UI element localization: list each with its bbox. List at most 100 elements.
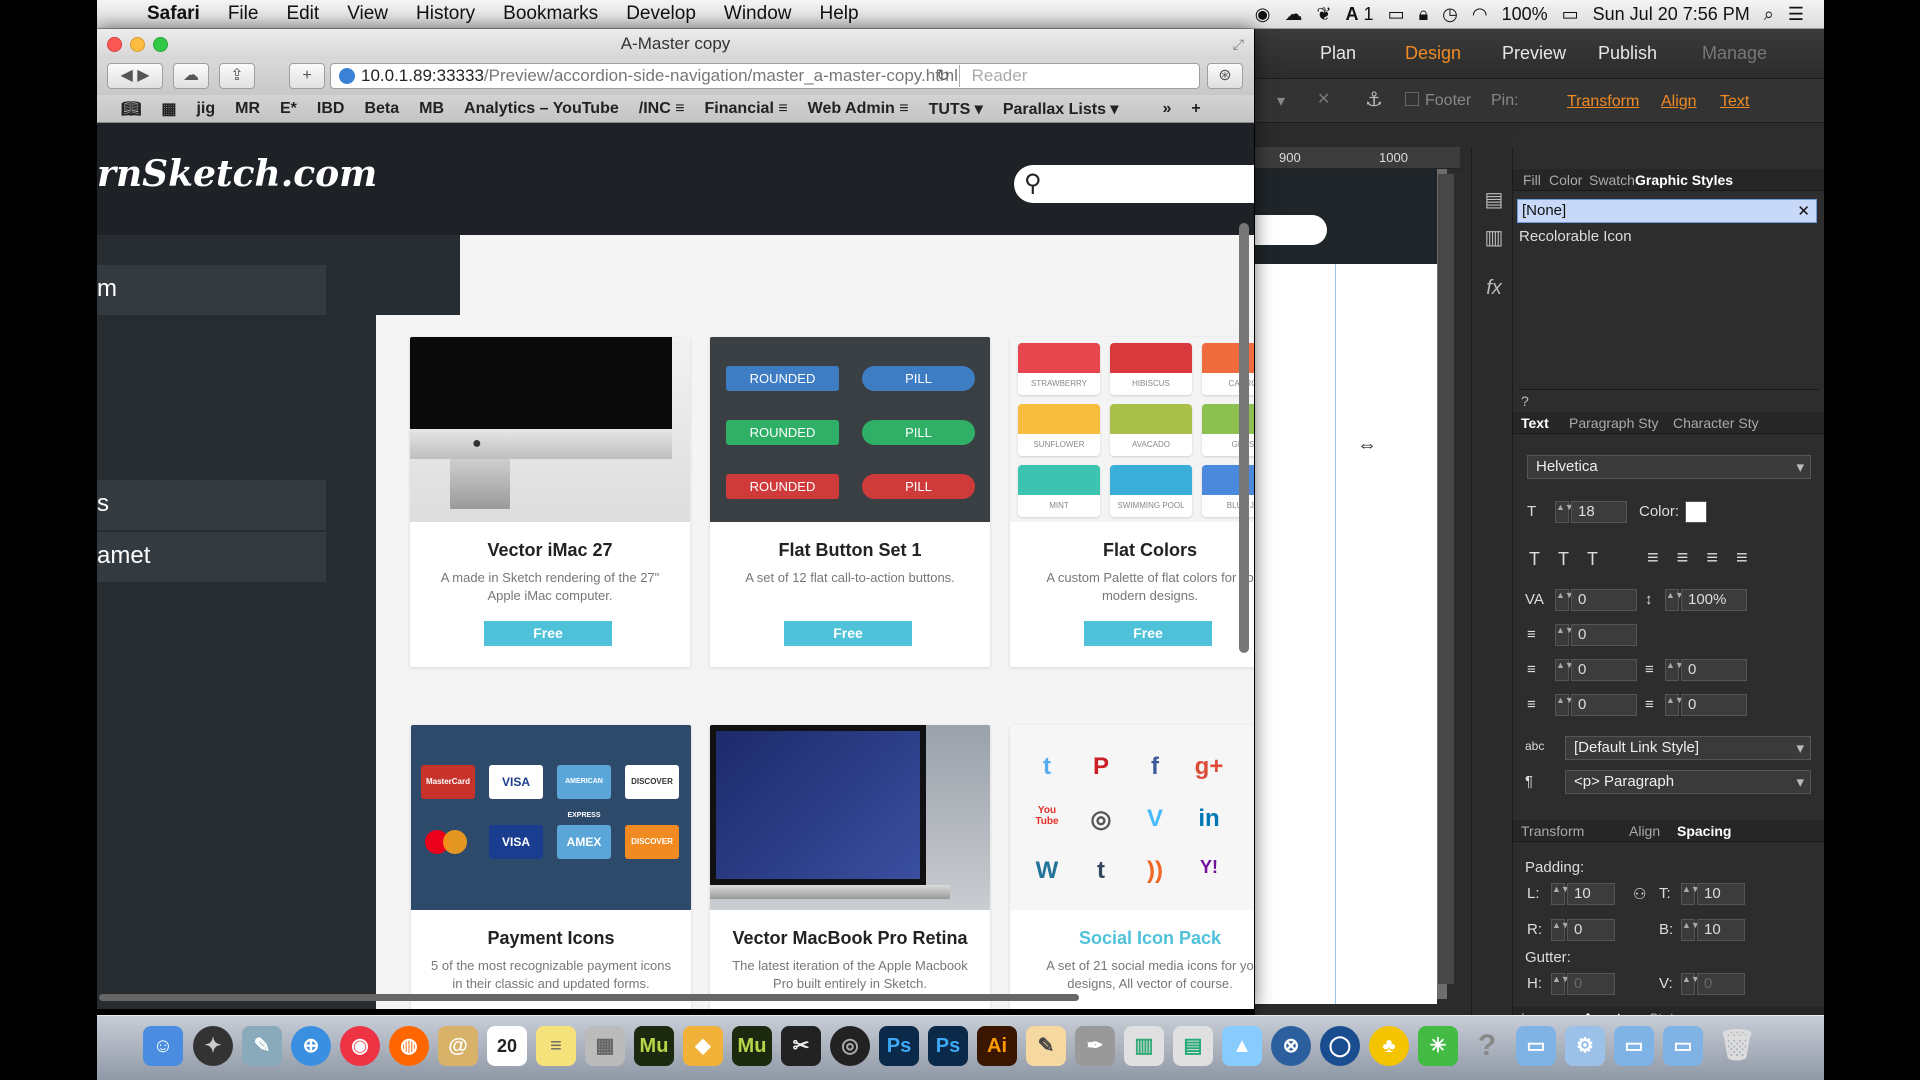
- space-before-field[interactable]: 0: [1571, 694, 1637, 716]
- mode-publish[interactable]: Publish: [1598, 43, 1657, 64]
- fullscreen-icon[interactable]: ⤢: [1233, 29, 1244, 59]
- padding-l-stepper[interactable]: ▲▼: [1551, 883, 1570, 905]
- notes-icon[interactable]: ≡: [536, 1026, 576, 1066]
- text-link[interactable]: Text: [1720, 93, 1749, 111]
- documents-folder-icon[interactable]: ▭: [1614, 1026, 1654, 1066]
- space-after-field[interactable]: 0: [1681, 694, 1747, 716]
- menu-file[interactable]: File: [214, 3, 273, 25]
- leaf-icon[interactable]: ❦: [1316, 4, 1331, 25]
- back-forward-buttons[interactable]: ◀ ▶: [107, 63, 163, 89]
- menu-view[interactable]: View: [333, 3, 402, 25]
- network-icon[interactable]: ⊗: [1271, 1026, 1311, 1066]
- tab-graphic-styles[interactable]: Graphic Styles: [1635, 172, 1733, 188]
- menu-window[interactable]: Window: [710, 3, 806, 25]
- keynote-icon[interactable]: ▲: [1222, 1026, 1262, 1066]
- muse-cc-icon[interactable]: Mu: [732, 1026, 772, 1066]
- link-style-select[interactable]: [Default Link Style]: [1565, 736, 1811, 760]
- padding-l-field[interactable]: 10: [1567, 883, 1615, 905]
- horizontal-scrollbar[interactable]: [97, 992, 1254, 1002]
- sparkle-icon[interactable]: ✳: [1418, 1026, 1458, 1066]
- launchpad-icon[interactable]: ✦: [193, 1026, 233, 1066]
- zoom-window-button[interactable]: [153, 37, 168, 52]
- chrome-icon[interactable]: ◉: [340, 1026, 380, 1066]
- padding-t-field[interactable]: 10: [1697, 883, 1745, 905]
- more-bookmarks-icon[interactable]: »: [1152, 100, 1181, 118]
- padding-t-stepper[interactable]: ▲▼: [1681, 883, 1700, 905]
- menu-edit[interactable]: Edit: [272, 3, 333, 25]
- cyberduck-icon[interactable]: ♣: [1369, 1026, 1409, 1066]
- menu-safari[interactable]: Safari: [133, 3, 214, 25]
- padding-b-stepper[interactable]: ▲▼: [1681, 919, 1700, 941]
- text-style-buttons[interactable]: TTT: [1529, 549, 1616, 570]
- adobe-icon[interactable]: A 1: [1346, 4, 1374, 25]
- spotlight-icon[interactable]: ⌕: [1764, 4, 1774, 25]
- illustrator-icon[interactable]: Ai: [977, 1026, 1017, 1066]
- notification-center-icon[interactable]: ☰: [1788, 4, 1804, 25]
- address-bar[interactable]: 10.0.1.89:33333/Preview/accordion-side-n…: [330, 63, 1200, 89]
- menu-history[interactable]: History: [402, 3, 489, 25]
- trash-icon[interactable]: 🗑︎: [1717, 1026, 1757, 1066]
- paragraph-select[interactable]: <p> Paragraph: [1565, 770, 1811, 794]
- footer-checkbox[interactable]: [1405, 92, 1419, 106]
- left-indent-field[interactable]: 0: [1571, 659, 1637, 681]
- font-size-field[interactable]: 18: [1571, 501, 1627, 523]
- bookmark-mb[interactable]: MB: [409, 100, 454, 118]
- camera-icon[interactable]: ◎: [830, 1026, 870, 1066]
- bookmark-jig[interactable]: jig: [186, 100, 225, 118]
- bookmark-inc[interactable]: /INC ≡: [629, 100, 695, 118]
- airplay-icon[interactable]: ▭: [1388, 4, 1405, 25]
- window-titlebar[interactable]: A-Master copy ⤢: [97, 29, 1254, 59]
- reading-list-icon[interactable]: 📖︎: [111, 99, 151, 119]
- minimize-window-button[interactable]: [130, 37, 145, 52]
- free-button[interactable]: Free: [784, 621, 912, 646]
- padding-r-stepper[interactable]: ▲▼: [1551, 919, 1570, 941]
- top-sites-icon[interactable]: ▦: [151, 99, 186, 119]
- sketch-icon[interactable]: ◆: [683, 1026, 723, 1066]
- tab-character-styles[interactable]: Character Sty: [1673, 415, 1759, 431]
- menu-bookmarks[interactable]: Bookmarks: [489, 3, 612, 25]
- leading-field[interactable]: 100%: [1681, 589, 1747, 611]
- calculator-icon[interactable]: ▦: [585, 1026, 625, 1066]
- transform-link[interactable]: Transform: [1567, 93, 1639, 111]
- script-editor-icon[interactable]: ✎: [1026, 1026, 1066, 1066]
- tab-swatches[interactable]: Swatch: [1589, 172, 1635, 188]
- clock[interactable]: Sun Jul 20 7:56 PM: [1593, 4, 1750, 25]
- muse-icon[interactable]: Mu: [634, 1026, 674, 1066]
- charts-icon[interactable]: ▥: [1124, 1026, 1164, 1066]
- stack-icon[interactable]: ▤: [1482, 187, 1506, 211]
- bookmark-tuts[interactable]: TUTS ▾: [919, 99, 993, 119]
- help-question-icon[interactable]: ?: [1467, 1026, 1507, 1066]
- mode-design[interactable]: Design: [1405, 43, 1461, 64]
- applications-folder-icon[interactable]: ⚙: [1565, 1026, 1605, 1066]
- finder-icon[interactable]: ☺: [143, 1026, 183, 1066]
- align-link[interactable]: Align: [1661, 93, 1697, 111]
- downloads-folder-icon[interactable]: ▭: [1663, 1026, 1703, 1066]
- tab-text[interactable]: Text: [1521, 415, 1549, 431]
- photoshop-icon[interactable]: Ps: [879, 1026, 919, 1066]
- space-after-stepper[interactable]: ▲▼: [1665, 694, 1684, 716]
- right-indent-field[interactable]: 0: [1681, 659, 1747, 681]
- dropdown-arrow-icon[interactable]: ▾: [1277, 91, 1285, 111]
- share-icon[interactable]: ⇪: [219, 63, 255, 89]
- text-color-swatch[interactable]: [1685, 501, 1707, 523]
- sync-icon[interactable]: ◯: [1320, 1026, 1360, 1066]
- bookmark-parallax[interactable]: Parallax Lists ▾: [993, 99, 1129, 119]
- close-icon[interactable]: ✕: [1317, 89, 1330, 109]
- tracking-stepper[interactable]: ▲▼: [1555, 589, 1574, 611]
- free-button[interactable]: Free: [1084, 621, 1212, 646]
- mode-manage[interactable]: Manage: [1702, 43, 1767, 64]
- link-padding-icon[interactable]: ⚇: [1633, 885, 1646, 903]
- site-logo[interactable]: rnSketch.com: [97, 153, 377, 195]
- bookmark-financial[interactable]: Financial ≡: [695, 100, 798, 118]
- safari-icon[interactable]: ⊕: [291, 1026, 331, 1066]
- bookmark-web-admin[interactable]: Web Admin ≡: [798, 100, 919, 118]
- gutter-h-field[interactable]: 0: [1567, 973, 1615, 995]
- preview-icon[interactable]: ✎: [242, 1026, 282, 1066]
- icloud-tabs-icon[interactable]: ☁: [173, 63, 209, 89]
- right-indent-stepper[interactable]: ▲▼: [1665, 659, 1684, 681]
- battery-level[interactable]: 100%: [1502, 4, 1548, 25]
- left-indent-stepper[interactable]: ▲▼: [1555, 659, 1574, 681]
- search-input[interactable]: ⚲: [1014, 165, 1254, 203]
- add-tab-icon[interactable]: +: [1181, 100, 1210, 118]
- time-machine-icon[interactable]: ◷: [1442, 4, 1458, 25]
